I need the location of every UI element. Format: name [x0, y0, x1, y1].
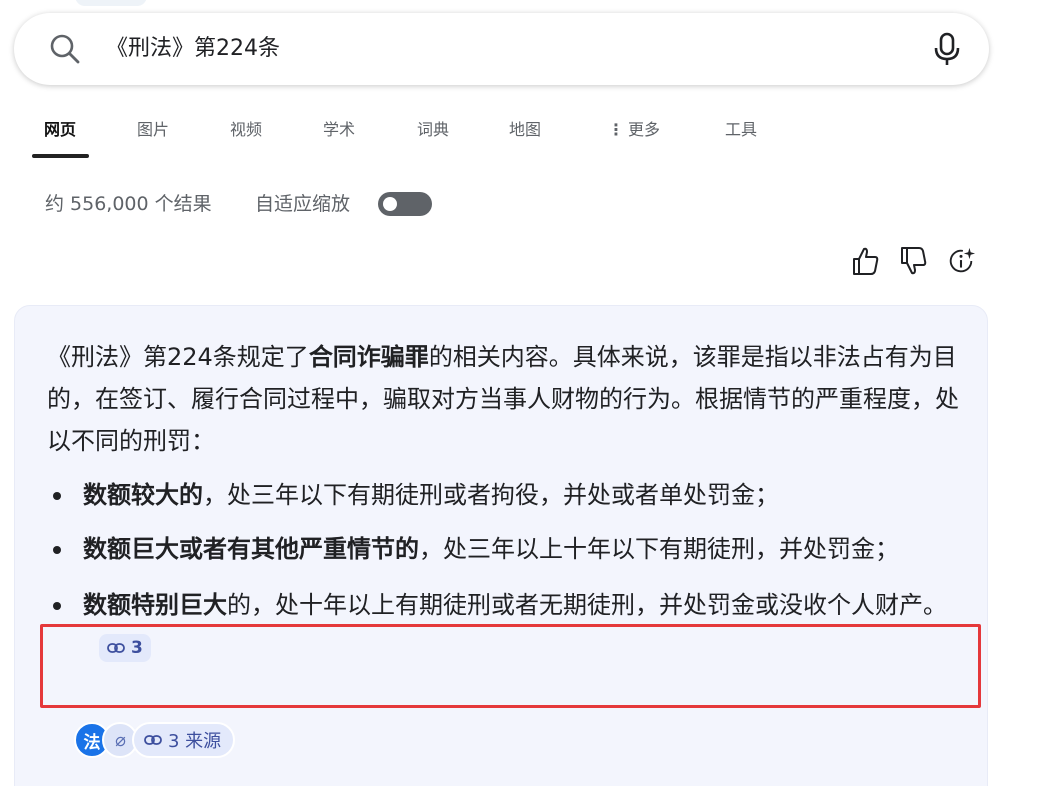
intro-text-prefix: 《刑法》第224条规定了: [47, 343, 309, 371]
search-tabs: 网页 图片 视频 学术 词典 地图 ⋮ 更多 工具: [0, 110, 1041, 160]
adaptive-zoom-label: 自适应缩放: [255, 193, 351, 215]
link-icon: [144, 735, 162, 745]
sources-button[interactable]: 3 来源: [132, 722, 236, 758]
thumbs-up-icon[interactable]: [850, 245, 880, 277]
active-tab-indicator: [32, 154, 89, 158]
tab-academic[interactable]: 学术: [323, 116, 355, 140]
list-item: 数额较大的，处三年以下有期徒刑或者拘役，并处或者单处罚金；: [47, 474, 959, 516]
tab-maps[interactable]: 地图: [509, 116, 541, 140]
penalty-list: 数额较大的，处三年以下有期徒刑或者拘役，并处或者单处罚金； 数额巨大或者有其他严…: [47, 474, 959, 668]
tab-tools[interactable]: 工具: [725, 116, 757, 140]
tab-videos[interactable]: 视频: [230, 116, 262, 140]
thumbs-down-icon[interactable]: [898, 245, 928, 277]
adaptive-zoom-toggle[interactable]: [378, 192, 432, 216]
bullet-bold: 数额较大的: [83, 481, 203, 509]
answer-intro: 《刑法》第224条规定了合同诈骗罪的相关内容。具体来说，该罪是指以非法占有为目的…: [47, 336, 959, 462]
search-input[interactable]: 《刑法》第224条: [106, 35, 280, 63]
bullet-text: ，处三年以上十年以下有期徒刑，并处罚金；: [419, 535, 899, 563]
bullet-bold: 数额巨大或者有其他严重情节的: [83, 535, 419, 563]
list-item: 数额特别巨大的，处十年以上有期徒刑或者无期徒刑，并处罚金或没收个人财产。 3: [47, 584, 959, 668]
list-item: 数额巨大或者有其他严重情节的，处三年以上十年以下有期徒刑，并处罚金；: [47, 528, 959, 570]
bullet-text: 的，处十年以上有期徒刑或者无期徒刑，并处罚金或没收个人财产。: [227, 591, 947, 619]
search-icon[interactable]: [48, 32, 82, 66]
sources-label: 3 来源: [168, 731, 222, 752]
bullet-bold: 数额特别巨大: [83, 591, 227, 619]
microphone-icon[interactable]: [932, 31, 962, 67]
toggle-knob: [383, 197, 397, 211]
tab-more[interactable]: ⋮ 更多: [608, 116, 660, 140]
tab-images[interactable]: 图片: [137, 116, 169, 140]
top-pill: [75, 0, 147, 6]
intro-bold-term: 合同诈骗罪: [308, 343, 429, 371]
info-sparkle-icon[interactable]: [946, 245, 976, 277]
citation-chip[interactable]: 3: [99, 634, 151, 662]
tab-more-label: 更多: [628, 120, 661, 139]
bullet-text: ，处三年以下有期徒刑或者拘役，并处或者单处罚金；: [203, 481, 779, 509]
tab-web[interactable]: 网页: [44, 116, 76, 140]
ai-answer-card: 《刑法》第224条规定了合同诈骗罪的相关内容。具体来说，该罪是指以非法占有为目的…: [14, 305, 988, 786]
more-dots-icon: ⋮: [608, 120, 624, 139]
result-count: 约 556,000 个结果: [45, 193, 212, 215]
link-icon: [107, 643, 125, 653]
search-box[interactable]: 《刑法》第224条: [14, 13, 989, 85]
citation-number: 3: [131, 638, 143, 658]
tab-dictionary[interactable]: 词典: [417, 116, 449, 140]
